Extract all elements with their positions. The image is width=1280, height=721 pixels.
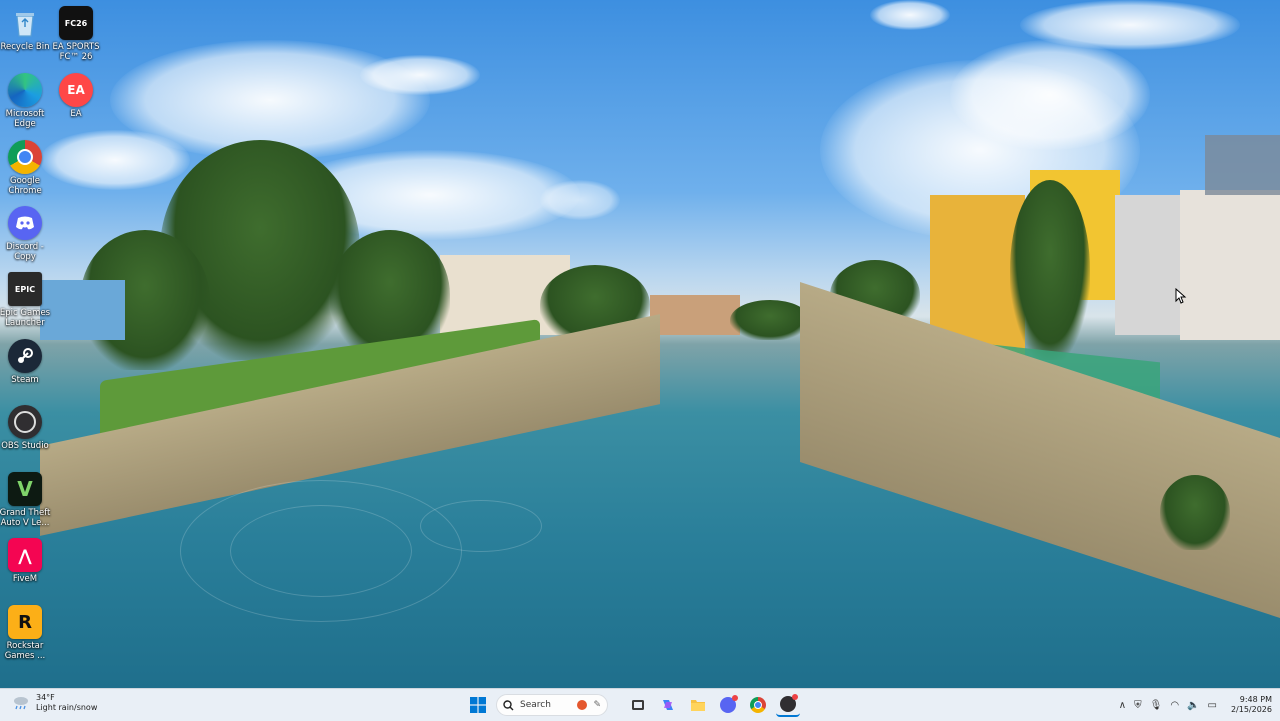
clock[interactable]: 9:48 PM 2/15/2026 xyxy=(1231,695,1272,715)
ea-sports-fc-icon: FC26 xyxy=(59,6,93,40)
taskbar-apps: Search ✎ xyxy=(466,692,800,718)
file-explorer-icon xyxy=(691,700,705,711)
desktop-icon-label: Steam xyxy=(11,375,39,385)
weather-condition: Light rain/snow xyxy=(36,703,98,712)
fivem-icon: ⋀ xyxy=(8,538,42,572)
search-pen-icon: ✎ xyxy=(593,700,601,710)
task-view-button[interactable] xyxy=(626,693,650,717)
clock-time: 9:48 PM xyxy=(1239,695,1272,704)
epic-games-icon: EPIC xyxy=(8,272,42,306)
wifi-icon[interactable]: ◠ xyxy=(1170,700,1179,711)
taskbar: 34°F Light rain/snow Search ✎ ∧ ⛨ 🎙 ◠ 🔈 … xyxy=(0,688,1280,721)
copilot-icon xyxy=(663,700,673,710)
search-placeholder: Search xyxy=(520,700,551,710)
volume-icon[interactable]: 🔈 xyxy=(1187,700,1199,711)
copilot-button[interactable] xyxy=(656,693,680,717)
steam-icon xyxy=(8,339,42,373)
weather-rain-snow-icon xyxy=(12,694,30,712)
battery-icon[interactable]: ▭ xyxy=(1208,700,1217,711)
obs-icon xyxy=(8,405,42,439)
chrome-icon xyxy=(8,140,42,174)
desktop-icon-label: OBS Studio xyxy=(1,441,49,451)
desktop-icon-label: Microsoft Edge xyxy=(5,109,45,129)
desktop-icon-label: Recycle Bin xyxy=(0,42,50,52)
rockstar-icon: R xyxy=(8,605,42,639)
desktop-icon-chrome[interactable]: Google Chrome xyxy=(0,140,52,196)
discord-icon xyxy=(720,695,738,713)
recycle-bin-icon xyxy=(8,6,42,40)
edge-icon xyxy=(8,73,42,107)
discord-taskbar-button[interactable] xyxy=(716,693,740,717)
search-icon xyxy=(503,699,514,710)
desktop-icon-rockstar[interactable]: R Rockstar Games ... xyxy=(0,605,52,661)
desktop-icon-fivem[interactable]: ⋀ FiveM xyxy=(0,538,52,584)
discord-icon xyxy=(8,206,42,240)
chrome-taskbar-button[interactable] xyxy=(746,693,770,717)
desktop-icon-label: Rockstar Games ... xyxy=(4,641,46,661)
weather-temp: 34°F xyxy=(36,693,55,702)
clock-date: 2/15/2026 xyxy=(1230,705,1272,714)
weather-widget[interactable]: 34°F Light rain/snow xyxy=(12,693,97,713)
start-button[interactable] xyxy=(466,693,490,717)
task-view-icon xyxy=(632,700,644,710)
start-icon xyxy=(470,697,486,713)
desktop-icon-label: Discord - Copy xyxy=(6,242,44,262)
tray-app-icon[interactable]: ⛨ xyxy=(1134,700,1142,711)
ea-app-icon: EA xyxy=(59,73,93,107)
chrome-icon xyxy=(750,697,766,713)
file-explorer-button[interactable] xyxy=(686,693,710,717)
desktop-icon-label: FiveM xyxy=(12,574,38,584)
desktop-icon-epic-games[interactable]: EPIC Epic Games Launcher xyxy=(0,272,52,328)
desktop-icon-obs[interactable]: OBS Studio xyxy=(0,405,52,451)
desktop-icon-edge[interactable]: Microsoft Edge xyxy=(0,73,52,129)
desktop-icon-label: Google Chrome xyxy=(8,176,42,196)
desktop-wallpaper xyxy=(0,0,1280,688)
system-tray: ∧ ⛨ 🎙 ◠ 🔈 ▭ 9:48 PM 2/15/2026 xyxy=(1119,693,1272,717)
desktop-icon-gta[interactable]: V Grand Theft Auto V Le... xyxy=(0,472,52,528)
desktop-icon-recycle-bin[interactable]: Recycle Bin xyxy=(0,6,52,52)
desktop-icon-steam[interactable]: Steam xyxy=(0,339,52,385)
search-highlight-icon xyxy=(577,700,588,710)
desktop-icon-label: EA SPORTS FC™ 26 xyxy=(52,42,100,62)
mouse-cursor-icon xyxy=(1175,288,1187,304)
chevron-up-icon[interactable]: ∧ xyxy=(1119,700,1126,711)
desktop-icon-label: Grand Theft Auto V Le... xyxy=(0,508,51,528)
desktop-icon-ea-sports-fc[interactable]: FC26 EA SPORTS FC™ 26 xyxy=(49,6,103,62)
gta-icon: V xyxy=(8,472,42,506)
obs-taskbar-button[interactable] xyxy=(776,693,800,717)
desktop-icon-label: EA xyxy=(70,109,82,119)
obs-icon xyxy=(780,694,798,712)
taskbar-search[interactable]: Search ✎ xyxy=(496,694,608,716)
desktop-icon-ea[interactable]: EA EA xyxy=(49,73,103,119)
desktop-icon-discord[interactable]: Discord - Copy xyxy=(0,206,52,262)
microphone-icon[interactable]: 🎙 xyxy=(1150,700,1163,711)
desktop-icon-label: Epic Games Launcher xyxy=(0,308,51,328)
